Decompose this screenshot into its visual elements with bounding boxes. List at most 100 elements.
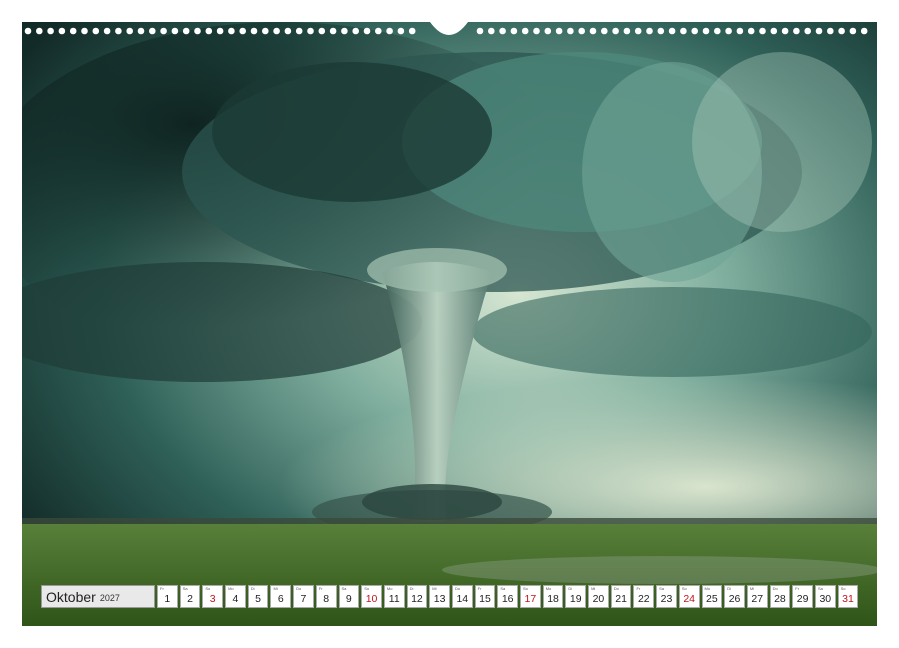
day-number: 20 (592, 593, 605, 605)
binding-hole (555, 27, 563, 35)
day-number: 29 (796, 593, 809, 605)
day-cell: Mi 6 (270, 585, 292, 608)
binding-hole (363, 27, 371, 35)
binding-hole (352, 27, 360, 35)
binding-hole (115, 27, 122, 35)
binding-hole (58, 27, 66, 35)
binding-hole (194, 27, 201, 35)
binding-hole (691, 27, 698, 35)
tornado-photo (22, 22, 877, 626)
day-cell: Mi 27 (746, 585, 768, 608)
binding-hole (149, 27, 156, 35)
day-number: 24 (683, 593, 695, 605)
year-label: 2027 (99, 592, 120, 603)
day-number: 19 (569, 593, 582, 605)
weekday-label: So (205, 586, 211, 591)
day-number: 12 (411, 593, 423, 605)
day-number: 4 (232, 593, 239, 605)
binding-hole (849, 27, 857, 35)
day-cell: Di 5 (247, 585, 269, 608)
weekday-label: Sa (817, 586, 823, 591)
day-number: 1 (164, 593, 171, 605)
day-number: 6 (277, 593, 284, 605)
day-number: 26 (728, 593, 741, 605)
weekday-label: Sa (500, 586, 506, 591)
binding-hole (612, 27, 619, 35)
day-number: 25 (706, 593, 718, 605)
binding-hole (725, 27, 732, 35)
binding-hole (770, 27, 778, 35)
day-cell: Do 28 (769, 585, 791, 608)
binding-hole (24, 27, 32, 35)
day-cell: Do 21 (610, 585, 632, 608)
binding-hole (103, 27, 111, 35)
hanger-notch (430, 22, 468, 35)
weekday-label: So (364, 586, 370, 591)
binding-hole (759, 27, 766, 35)
weekday-label: Sa (659, 586, 665, 591)
weekday-label: Fr (318, 586, 323, 591)
binding-hole (36, 27, 43, 35)
binding-hole (239, 27, 246, 35)
day-cell: So 31 (837, 585, 859, 608)
weekday-label: Do (772, 586, 778, 591)
day-cell: Sa 2 (179, 585, 201, 608)
binding-hole (137, 27, 145, 35)
binding-hole (318, 27, 326, 35)
weekday-label: Mi (591, 586, 596, 591)
day-number: 17 (524, 593, 537, 605)
day-number: 3 (209, 593, 216, 605)
day-number: 11 (388, 593, 400, 605)
day-cell: Di 26 (724, 585, 745, 608)
binding-hole (646, 27, 653, 35)
binding-hole (205, 27, 213, 35)
day-number: 23 (660, 593, 673, 605)
binding-hole (499, 27, 506, 35)
day-cell: Sa 23 (656, 585, 677, 608)
weekday-label: Mi (432, 586, 437, 591)
weekday-label: Fr (160, 586, 164, 591)
day-number: 5 (255, 593, 262, 605)
binding-hole (827, 27, 834, 35)
weekday-label: Di (250, 586, 255, 591)
weekday-label: Do (613, 586, 619, 591)
binding-hole (860, 27, 868, 35)
binding-hole (81, 27, 88, 35)
day-number: 10 (365, 593, 378, 605)
day-cell: So 17 (520, 585, 541, 608)
day-number: 8 (323, 593, 330, 605)
day-cell: Fr 8 (315, 585, 337, 608)
day-number: 9 (345, 593, 352, 605)
weekday-label: So (681, 586, 687, 591)
day-number: 18 (547, 593, 559, 605)
spiral-binding (24, 22, 868, 35)
day-cell: Do 7 (293, 585, 314, 608)
weekday-label: Do (454, 586, 461, 591)
month-label-box: Oktober 2027 (41, 585, 155, 608)
weekday-label: Di (568, 586, 573, 591)
binding-hole (702, 27, 710, 35)
binding-hole (284, 27, 292, 35)
weekday-label: Do (296, 586, 302, 591)
day-cell: Mo 25 (701, 585, 723, 608)
binding-hole (601, 27, 608, 35)
binding-hole (567, 27, 574, 35)
binding-hole (714, 27, 721, 35)
day-number: 16 (501, 593, 514, 605)
binding-hole (307, 27, 314, 35)
binding-hole (171, 27, 179, 35)
day-cell: Di 12 (406, 585, 428, 608)
binding-hole (657, 27, 665, 35)
weekday-label: Mo (228, 586, 234, 591)
binding-hole (386, 27, 393, 35)
weekday-label: Di (727, 586, 731, 591)
month-name: Oktober (46, 588, 96, 605)
binding-hole (476, 27, 484, 35)
binding-hole (250, 27, 258, 35)
day-cell: So 24 (678, 585, 700, 608)
calendar-page: Oktober 2027 Fr 1 Sa 2 So 3 Mo 4 Di 5 Mi 6 Do 7 Fr 8 Sa 9… (0, 0, 899, 648)
binding-hole (341, 27, 348, 35)
day-cell: Fr 15 (474, 585, 496, 608)
weekday-label: Mo (386, 586, 393, 591)
binding-hole (92, 27, 100, 35)
